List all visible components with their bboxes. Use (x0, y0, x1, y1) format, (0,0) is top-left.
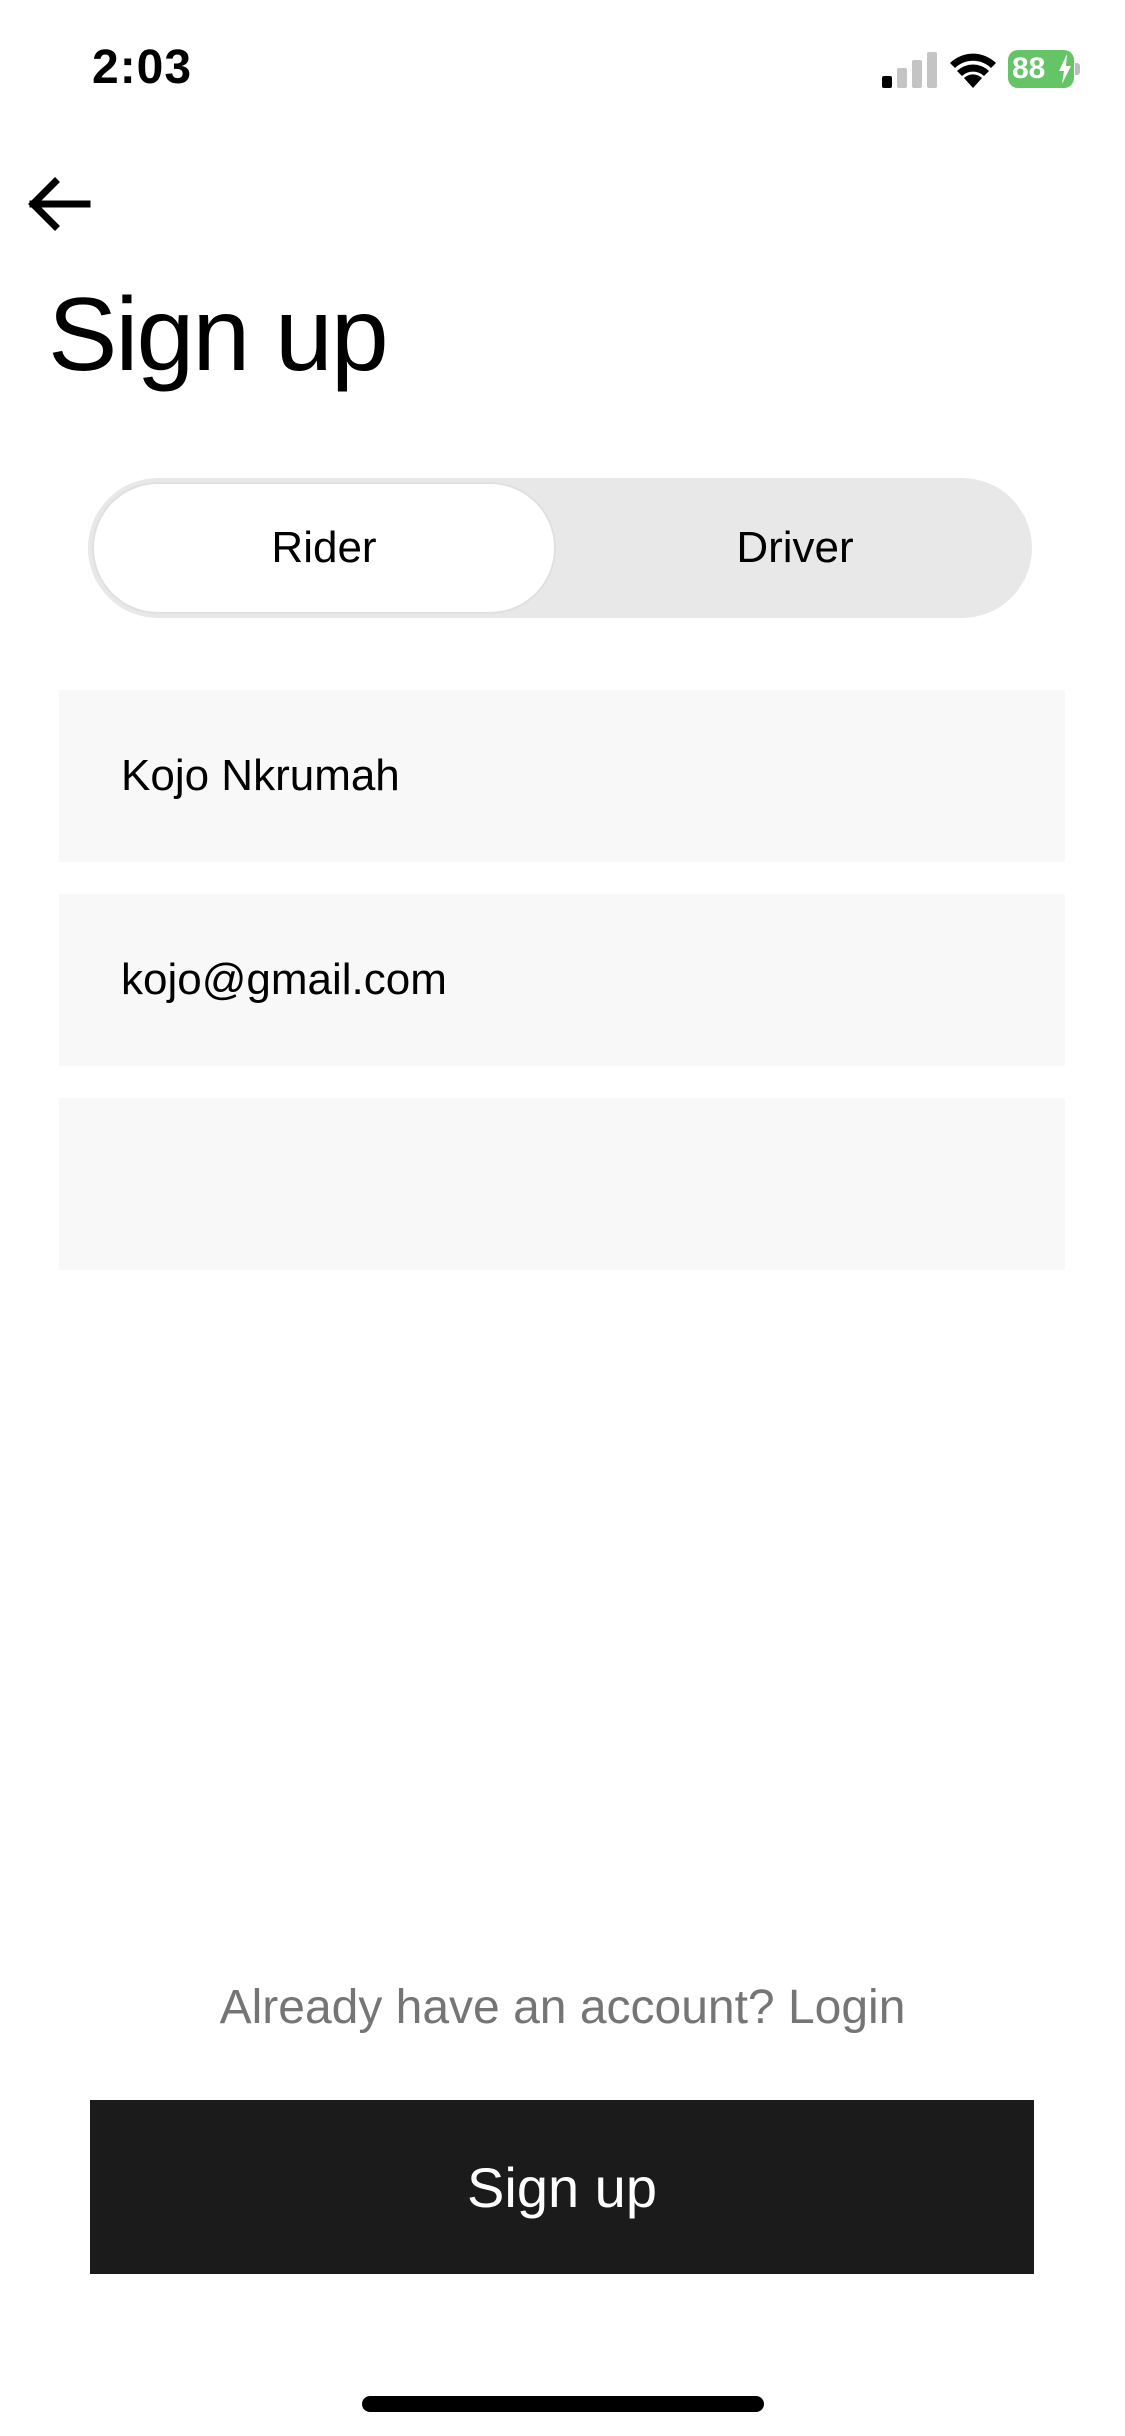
login-link[interactable]: Login (788, 1981, 905, 2034)
password-field[interactable] (59, 1098, 1065, 1270)
signal-icon (882, 52, 937, 88)
name-field[interactable] (59, 690, 1065, 862)
login-prompt: Already have an account? Login (0, 1976, 1125, 2040)
role-option-driver[interactable]: Driver (564, 484, 1026, 612)
battery-level: 88 (1012, 52, 1046, 85)
email-field[interactable] (59, 894, 1065, 1066)
role-toggle: Rider Driver (88, 478, 1032, 618)
signup-button[interactable]: Sign up (90, 2100, 1034, 2274)
battery-cap (1075, 63, 1080, 75)
role-option-rider[interactable]: Rider (94, 484, 554, 612)
arrow-left-icon (28, 177, 91, 231)
wifi-icon (950, 53, 996, 88)
page-title: Sign up (48, 277, 389, 393)
status-bar: 2:03 88 (0, 0, 1125, 140)
home-indicator (362, 2396, 764, 2412)
status-time: 2:03 (92, 41, 193, 94)
charging-bolt-icon (1059, 54, 1071, 84)
login-prompt-text: Already have an account? (219, 1981, 775, 2034)
signup-screen: 2:03 88 Sign up Rider Driver Kojo Nkruma… (0, 0, 1125, 2436)
battery-icon: 88 (1008, 50, 1080, 88)
back-button[interactable] (18, 168, 98, 240)
